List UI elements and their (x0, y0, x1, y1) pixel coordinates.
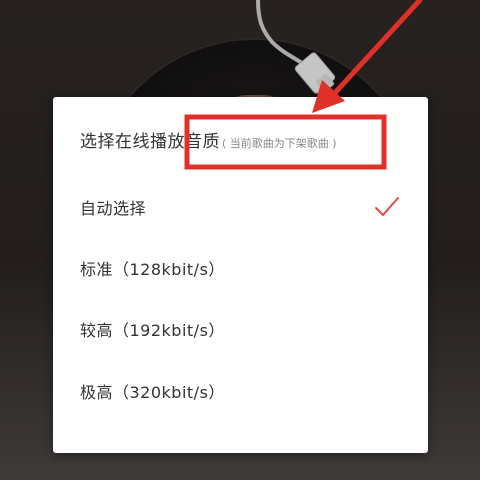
option-higher[interactable]: 较高（192kbit/s） (53, 307, 428, 351)
option-label: 较高（192kbit/s） (80, 321, 225, 340)
option-auto[interactable]: 自动选择 (53, 185, 428, 229)
dialog-note: ( 当前歌曲为下架歌曲 ) (222, 137, 337, 150)
dialog-title: 选择在线播放音质 (80, 132, 220, 152)
quality-dialog: 选择在线播放音质 ( 当前歌曲为下架歌曲 ) 自动选择 标准（128kbit/s… (53, 97, 428, 453)
check-icon (375, 197, 399, 216)
option-label: 极高（320kbit/s） (80, 383, 225, 402)
option-extreme[interactable]: 极高（320kbit/s） (53, 369, 428, 413)
dialog-header: 选择在线播放音质 ( 当前歌曲为下架歌曲 ) (80, 127, 337, 152)
player-screen: 选择在线播放音质 ( 当前歌曲为下架歌曲 ) 自动选择 标准（128kbit/s… (0, 0, 480, 480)
option-label: 自动选择 (80, 199, 147, 218)
option-label: 标准（128kbit/s） (80, 260, 225, 279)
option-standard[interactable]: 标准（128kbit/s） (53, 246, 428, 290)
